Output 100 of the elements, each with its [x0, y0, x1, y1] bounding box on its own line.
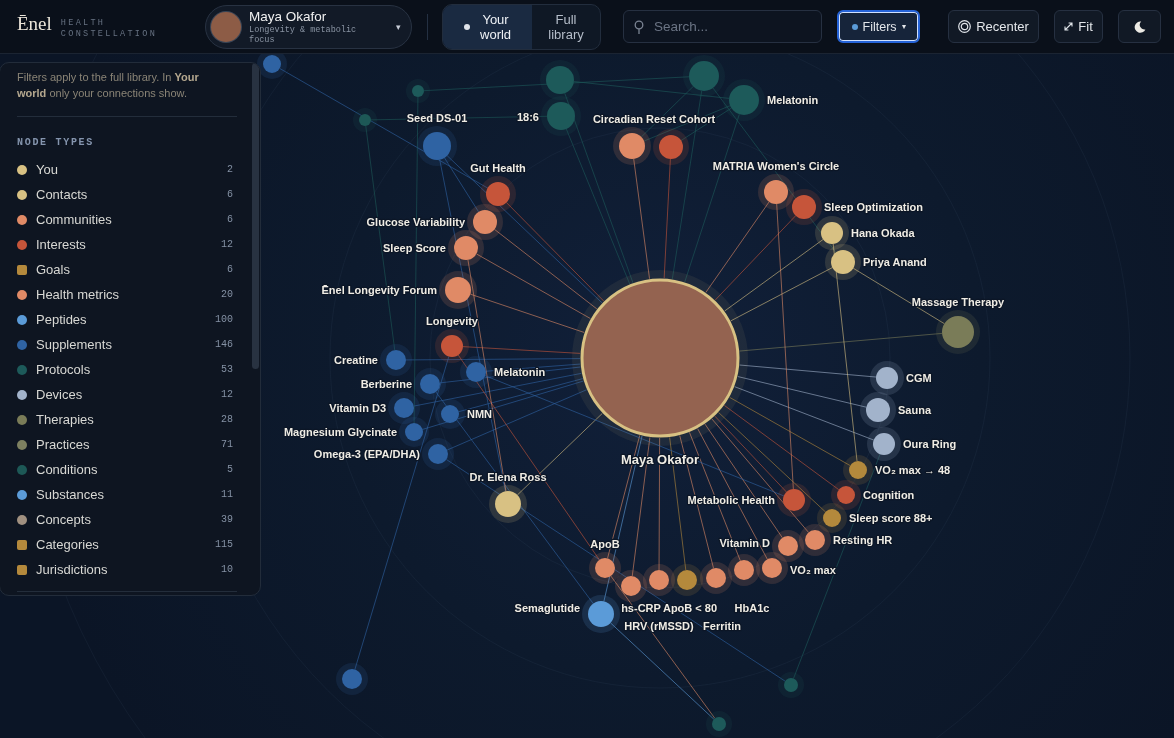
- graph-node[interactable]: [815, 216, 849, 250]
- node-label: Seed DS-01: [406, 112, 468, 124]
- item-count: 12: [221, 389, 233, 400]
- node-type-label[interactable]: Therapies: [36, 412, 94, 427]
- node-type-label[interactable]: You: [36, 162, 58, 177]
- node-type-label[interactable]: Protocols: [36, 362, 91, 377]
- graph-node[interactable]: [870, 361, 904, 395]
- graph-node[interactable]: [772, 530, 804, 562]
- node-type-label[interactable]: Conditions: [36, 462, 98, 477]
- graph-node[interactable]: [460, 356, 492, 388]
- graph-node[interactable]: [825, 244, 861, 280]
- graph-node[interactable]: [448, 230, 484, 266]
- graph-node[interactable]: [683, 55, 725, 97]
- graph-node[interactable]: [831, 480, 861, 510]
- graph-node[interactable]: [728, 554, 760, 586]
- theme-toggle-button[interactable]: [1118, 10, 1162, 43]
- view-tab[interactable]: Full library: [532, 4, 601, 49]
- node-label: ApoB < 80: [662, 602, 718, 614]
- graph-node[interactable]: [700, 562, 732, 594]
- graph-node[interactable]: [706, 711, 732, 737]
- item-count: 6: [227, 214, 233, 225]
- node-type-label[interactable]: Concepts: [36, 512, 91, 527]
- node-type-label[interactable]: Supplements: [36, 337, 112, 352]
- node-label: Sleep Score: [383, 242, 446, 254]
- node-label: VO₂ max → 48: [875, 464, 951, 476]
- graph-node[interactable]: [435, 399, 465, 429]
- node-type-label[interactable]: Communities: [36, 212, 112, 227]
- graph-node[interactable]: [756, 552, 788, 584]
- graph-node[interactable]: [353, 108, 377, 132]
- graph-node[interactable]: [540, 60, 580, 100]
- node-type-label[interactable]: Practices: [36, 437, 90, 452]
- node-label: 18:6: [516, 111, 539, 123]
- item-count: 146: [215, 339, 233, 350]
- graph-node[interactable]: [867, 427, 901, 461]
- item-count: 11: [221, 489, 233, 500]
- graph-node[interactable]: [380, 344, 412, 376]
- graph-node[interactable]: [467, 204, 503, 240]
- graph-node[interactable]: [257, 54, 287, 79]
- graph-node[interactable]: [435, 329, 469, 363]
- node-type-label[interactable]: Peptides: [36, 312, 87, 327]
- graph-node[interactable]: [786, 189, 822, 225]
- node-label: Ēnel Longevity Forum: [321, 284, 437, 296]
- graph-node[interactable]: [936, 310, 980, 354]
- node-type-label[interactable]: Devices: [36, 387, 83, 402]
- node-type-label[interactable]: Jurisdictions: [36, 562, 108, 577]
- graph-node[interactable]: [406, 79, 430, 103]
- fit-button[interactable]: Fit: [1054, 10, 1104, 43]
- graph-node[interactable]: [613, 127, 651, 165]
- graph-node[interactable]: [860, 392, 896, 428]
- graph-node[interactable]: [758, 174, 794, 210]
- item-count: 6: [227, 189, 233, 200]
- graph-node[interactable]: [778, 672, 804, 698]
- node-label: Massage Therapy: [911, 296, 1005, 308]
- filters-button[interactable]: Filters ▾: [837, 10, 921, 43]
- graph-node[interactable]: [414, 368, 446, 400]
- graph-node[interactable]: [489, 485, 527, 523]
- graph-node[interactable]: [643, 564, 675, 596]
- node-label: MATRIA Women's Circle: [712, 160, 840, 172]
- profile-switcher[interactable]: Maya Okafor Longevity & metabolic focus ▾: [205, 4, 413, 49]
- node-type-label[interactable]: Health metrics: [36, 287, 120, 302]
- graph-node[interactable]: [723, 79, 765, 121]
- node-type-label[interactable]: Interests: [36, 237, 86, 252]
- graph-node[interactable]: [480, 176, 516, 212]
- node-label: Ferritin: [703, 620, 741, 632]
- avatar-placeholder: [211, 11, 242, 42]
- avatar-placeholder[interactable]: [572, 270, 748, 446]
- node-type-label[interactable]: Contacts: [36, 187, 88, 202]
- graph-node[interactable]: [422, 438, 454, 470]
- graph-node[interactable]: [615, 570, 647, 602]
- graph-node[interactable]: [777, 483, 811, 517]
- graph-node[interactable]: [336, 663, 368, 695]
- node-label: Berberine: [360, 378, 412, 390]
- graph-node[interactable]: [589, 552, 621, 584]
- node-type-label[interactable]: Categories: [36, 537, 99, 552]
- section-heading: NODE TYPES: [17, 137, 95, 149]
- graph-node[interactable]: [582, 595, 620, 633]
- graph-node[interactable]: [653, 129, 689, 165]
- graph-node[interactable]: [388, 392, 420, 424]
- graph-node[interactable]: [843, 455, 873, 485]
- item-count: 28: [221, 414, 233, 425]
- node-type-label[interactable]: Goals: [36, 262, 70, 277]
- scrollbar-thumb[interactable]: [252, 63, 259, 369]
- node-label: HRV (rMSSD): [624, 620, 694, 632]
- item-count: 53: [221, 364, 233, 375]
- graph-node[interactable]: [671, 564, 703, 596]
- graph-node[interactable]: [817, 503, 847, 533]
- recenter-button[interactable]: Recenter: [948, 10, 1040, 43]
- graph-node[interactable]: [417, 126, 457, 166]
- graph-node[interactable]: [541, 96, 581, 136]
- node-label: Resting HR: [833, 534, 893, 546]
- search-field[interactable]: Search...: [623, 10, 823, 43]
- graph-node[interactable]: [399, 417, 429, 447]
- graph-node[interactable]: [439, 271, 477, 309]
- item-count: 2: [227, 164, 233, 175]
- item-count: 100: [215, 314, 233, 325]
- item-count: 71: [221, 439, 233, 450]
- graph-node[interactable]: [799, 524, 831, 556]
- node-label: Sleep Optimization: [824, 201, 923, 213]
- view-tab[interactable]: Your world: [443, 4, 533, 49]
- node-type-label[interactable]: Substances: [36, 487, 104, 502]
